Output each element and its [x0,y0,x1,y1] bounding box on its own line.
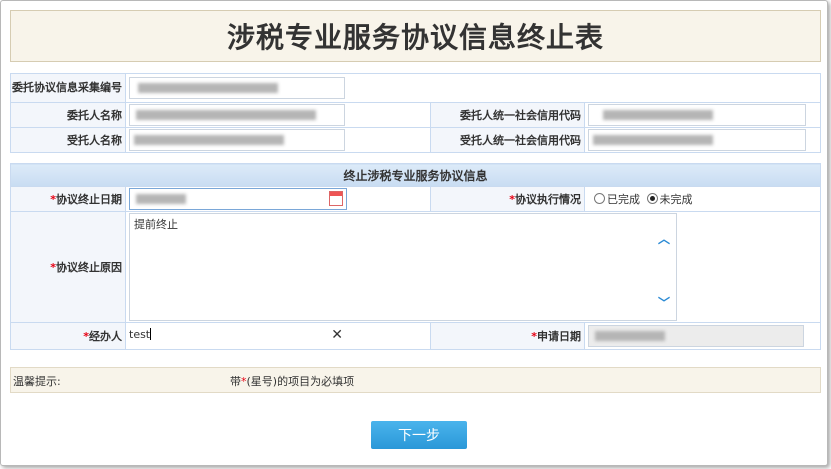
status-completed-radio[interactable] [594,193,605,204]
chevron-down-icon[interactable]: ﹀ [658,294,670,311]
client-name-field[interactable] [129,104,345,126]
calendar-icon[interactable] [329,191,343,206]
client-credit-field[interactable] [588,104,806,126]
handler-cell: test ✕ [125,322,431,350]
clear-icon[interactable]: ✕ [331,326,343,344]
chevron-up-icon[interactable]: ︿ [658,230,670,247]
apply-date-label: *申请日期 [430,322,585,350]
reason-cell: 提前终止 ︿ ﹀ [125,211,821,323]
client-name-label: 委托人名称 [10,102,126,128]
agent-name-value [125,127,431,153]
agent-credit-value [584,127,821,153]
status-label: *协议执行情况 [430,186,585,212]
agent-credit-field[interactable] [588,129,806,151]
apply-date-field [588,325,804,347]
handler-text: test [129,328,151,341]
apply-date-cell [584,322,821,350]
page-title: 涉税专业服务协议信息终止表 [10,10,821,62]
next-button[interactable]: 下一步 [371,421,467,449]
status-completed-label: 已完成 [607,193,640,206]
section-header: 终止涉税专业服务协议信息 [10,163,821,187]
end-date-input[interactable] [129,188,347,210]
contract-no-field[interactable] [129,77,345,99]
tip-label: 温馨提示: [13,375,61,388]
agent-name-label: 受托人名称 [10,127,126,153]
contract-no-value [125,73,821,103]
tip-text: 带*(星号)的项目为必填项 [230,375,355,388]
tip-row: 温馨提示: 带*(星号)的项目为必填项 [10,367,821,393]
client-credit-label: 委托人统一社会信用代码 [430,102,585,128]
handler-label: *经办人 [10,322,126,350]
reason-label: *协议终止原因 [10,211,126,323]
reason-textarea[interactable]: 提前终止 ︿ ﹀ [129,213,677,321]
end-date-cell [125,186,431,212]
status-incomplete-radio[interactable] [646,193,658,204]
agent-name-field[interactable] [129,129,345,151]
client-name-value [125,102,431,128]
end-date-label: *协议终止日期 [10,186,126,212]
termination-table: 终止涉税专业服务协议信息 *协议终止日期 *协议执行情况 已完成 未完成 *协议… [10,163,821,350]
status-incomplete-label: 未完成 [659,193,693,206]
agent-credit-label: 受托人统一社会信用代码 [430,127,585,153]
contract-no-label: 委托协议信息采集编号 [10,73,126,103]
handler-input[interactable]: test ✕ [129,326,345,346]
contract-info-table: 委托协议信息采集编号 委托人名称 委托人统一社会信用代码 受托人名称 受托人统一 [10,73,821,153]
status-cell: 已完成 未完成 [584,186,821,212]
reason-text: 提前终止 [134,218,178,231]
client-credit-value [584,102,821,128]
